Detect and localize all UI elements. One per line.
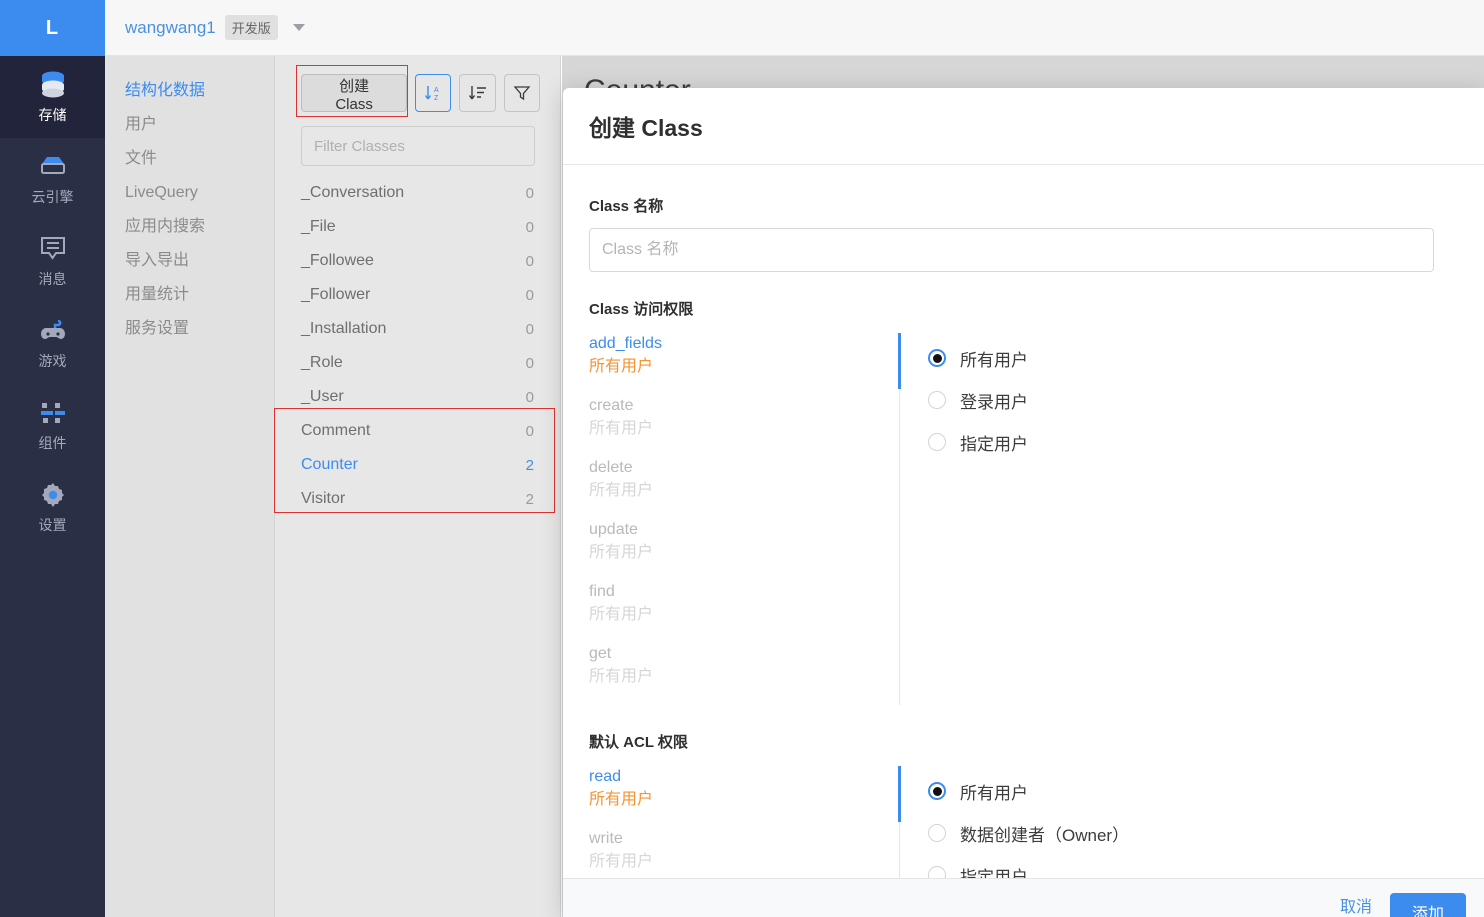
radio-button[interactable] — [928, 782, 946, 800]
class-permission-add_fields[interactable]: add_fields 所有用户 — [589, 333, 899, 379]
create-class-dialog: 创建 Class Class 名称 Class 访问权限 add_fields 所… — [563, 88, 1484, 917]
class-permission-options: 所有用户登录用户指定用户 — [928, 333, 1028, 705]
class-radio-option-3[interactable]: 指定用户 — [928, 421, 1028, 463]
add-button[interactable]: 添加 — [1389, 893, 1466, 917]
dialog-footer: 取消 添加 — [563, 878, 1484, 917]
class-radio-option-2[interactable]: 登录用户 — [928, 379, 1028, 421]
acl-permission-list: read 所有用户 write 所有用户 — [589, 766, 899, 896]
class-permission-get[interactable]: get 所有用户 — [589, 643, 899, 689]
permission-value: 所有用户 — [589, 482, 654, 499]
class-name-input[interactable] — [589, 228, 1434, 272]
acl-permission-read[interactable]: read 所有用户 — [589, 766, 899, 812]
dialog-header: 创建 Class — [563, 88, 1484, 165]
permission-value: 所有用户 — [589, 544, 654, 561]
class-permission-find[interactable]: find 所有用户 — [589, 581, 899, 627]
acl-permission-divider — [898, 766, 901, 896]
class-permission-update[interactable]: update 所有用户 — [589, 519, 899, 565]
acl-radio-option-1[interactable]: 所有用户 — [928, 770, 1129, 812]
class-radio-option-1[interactable]: 所有用户 — [928, 337, 1028, 379]
radio-label: 登录用户 — [960, 392, 1028, 412]
permission-key: read — [589, 768, 622, 785]
class-permission-create[interactable]: create 所有用户 — [589, 395, 899, 441]
permission-key: add_fields — [589, 335, 662, 352]
dialog-body: Class 名称 Class 访问权限 add_fields所有用户create… — [563, 165, 1484, 896]
class-name-label: Class 名称 — [589, 198, 664, 215]
radio-button[interactable] — [928, 349, 946, 367]
radio-label: 数据创建者（Owner） — [960, 825, 1130, 845]
acl-permission-title: 默认 ACL 权限 — [589, 734, 688, 751]
permission-key: get — [589, 645, 612, 662]
radio-button[interactable] — [928, 824, 946, 842]
permission-key: write — [589, 830, 623, 847]
permission-key: update — [589, 521, 638, 538]
acl-permission-section: 默认 ACL 权限 read 所有用户 write 所有用户 所有用户 数据创建者（Ow… — [589, 731, 1458, 896]
radio-button[interactable] — [928, 433, 946, 451]
class-permission-section: Class 访问权限 add_fields 所有用户 create 所有用户 delet… — [589, 298, 1458, 705]
class-permission-divider — [898, 333, 901, 705]
radio-label: 指定用户 — [960, 434, 1028, 454]
permission-value: 所有用户 — [589, 668, 654, 685]
class-permission-delete[interactable]: delete 所有用户 — [589, 457, 899, 503]
cancel-button[interactable]: 取消 — [1340, 893, 1372, 917]
radio-label: 所有用户 — [960, 350, 1028, 370]
acl-permission-options: 所有用户 数据创建者（Owner） 指定用户 — [928, 766, 1129, 896]
permission-value: 所有用户 — [589, 791, 654, 808]
permission-key: find — [589, 583, 615, 600]
permission-value: 所有用户 — [589, 853, 654, 870]
acl-permission-write[interactable]: write 所有用户 — [589, 828, 899, 874]
acl-radio-option-2[interactable]: 数据创建者（Owner） — [928, 812, 1129, 854]
radio-label: 所有用户 — [960, 783, 1028, 803]
dialog-title: 创建 Class — [589, 115, 703, 141]
permission-key: delete — [589, 459, 633, 476]
class-permission-list: add_fields 所有用户 create 所有用户 delete 所有用户 update… — [589, 333, 899, 705]
permission-value: 所有用户 — [589, 606, 654, 623]
permission-value: 所有用户 — [589, 420, 654, 437]
permission-value: 所有用户 — [589, 358, 654, 375]
radio-button[interactable] — [928, 391, 946, 409]
class-permission-title: Class 访问权限 — [589, 301, 694, 318]
permission-key: create — [589, 397, 634, 414]
